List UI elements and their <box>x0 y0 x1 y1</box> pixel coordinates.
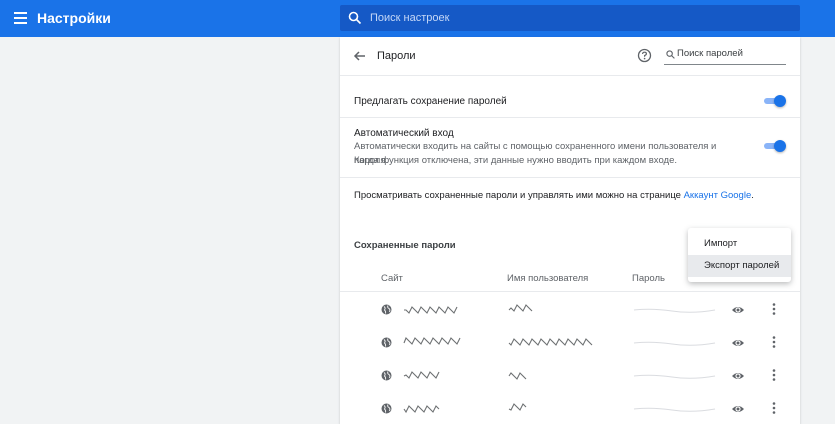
app-title: Настройки <box>37 10 111 26</box>
eye-icon[interactable] <box>731 303 745 317</box>
globe-icon <box>381 370 392 381</box>
password-row <box>340 293 800 326</box>
auto-signin-description-line2: Когда функция отключена, эти данные нужн… <box>354 155 677 166</box>
menu-item-import[interactable]: Импорт <box>688 233 791 255</box>
google-account-link[interactable]: Аккаунт Google <box>684 190 752 201</box>
manage-passwords-text: Просматривать сохраненные пароли и управ… <box>354 190 754 201</box>
auto-signin-toggle[interactable] <box>764 140 786 152</box>
help-circle-icon[interactable] <box>637 48 652 63</box>
password-row <box>340 326 800 359</box>
settings-search-input[interactable] <box>370 5 790 31</box>
password-value-hidden <box>632 303 717 315</box>
globe-icon <box>381 403 392 414</box>
column-header-site: Сайт <box>381 273 403 284</box>
search-icon <box>348 11 362 25</box>
hamburger-menu-icon[interactable] <box>14 12 27 24</box>
eye-icon[interactable] <box>731 369 745 383</box>
settings-search-bar[interactable] <box>340 5 800 31</box>
password-value-hidden <box>632 336 717 348</box>
divider <box>340 291 800 292</box>
offer-save-toggle[interactable] <box>764 95 786 107</box>
saved-passwords-title: Сохраненные пароли <box>354 240 456 251</box>
password-search-field[interactable] <box>664 46 786 65</box>
column-header-username: Имя пользователя <box>507 273 589 284</box>
search-icon <box>666 50 675 59</box>
auto-signin-label: Автоматический вход <box>354 128 454 139</box>
username-value-obscured <box>507 402 602 414</box>
more-vert-icon[interactable] <box>770 302 778 316</box>
password-row <box>340 359 800 392</box>
divider <box>340 117 800 118</box>
column-header-password: Пароль <box>632 273 665 284</box>
site-value-obscured <box>402 369 472 381</box>
divider <box>340 177 800 178</box>
site-value-obscured <box>402 402 472 414</box>
eye-icon[interactable] <box>731 402 745 416</box>
password-row <box>340 392 800 424</box>
username-value-obscured <box>507 336 602 348</box>
globe-icon <box>381 304 392 315</box>
more-vert-icon[interactable] <box>770 401 778 415</box>
password-search-input[interactable] <box>677 48 782 59</box>
username-value-obscured <box>507 303 602 315</box>
username-value-obscured <box>507 369 602 381</box>
manage-text: Просматривать сохраненные пароли и управ… <box>354 190 681 201</box>
manage-suffix: . <box>751 190 754 201</box>
more-vert-icon[interactable] <box>770 368 778 382</box>
globe-icon <box>381 337 392 348</box>
eye-icon[interactable] <box>731 336 745 350</box>
divider <box>340 75 800 76</box>
top-app-bar: Настройки <box>0 0 835 37</box>
menu-item-export-passwords[interactable]: Экспорт паролей <box>688 255 791 277</box>
password-value-hidden <box>632 402 717 414</box>
site-value-obscured <box>402 336 472 348</box>
password-value-hidden <box>632 369 717 381</box>
offer-save-label: Предлагать сохранение паролей <box>354 96 507 107</box>
more-vert-icon[interactable] <box>770 335 778 349</box>
site-value-obscured <box>402 303 472 315</box>
page-title: Пароли <box>377 50 416 62</box>
arrow-back-icon[interactable] <box>352 48 368 64</box>
saved-passwords-menu: Импорт Экспорт паролей <box>688 228 791 282</box>
